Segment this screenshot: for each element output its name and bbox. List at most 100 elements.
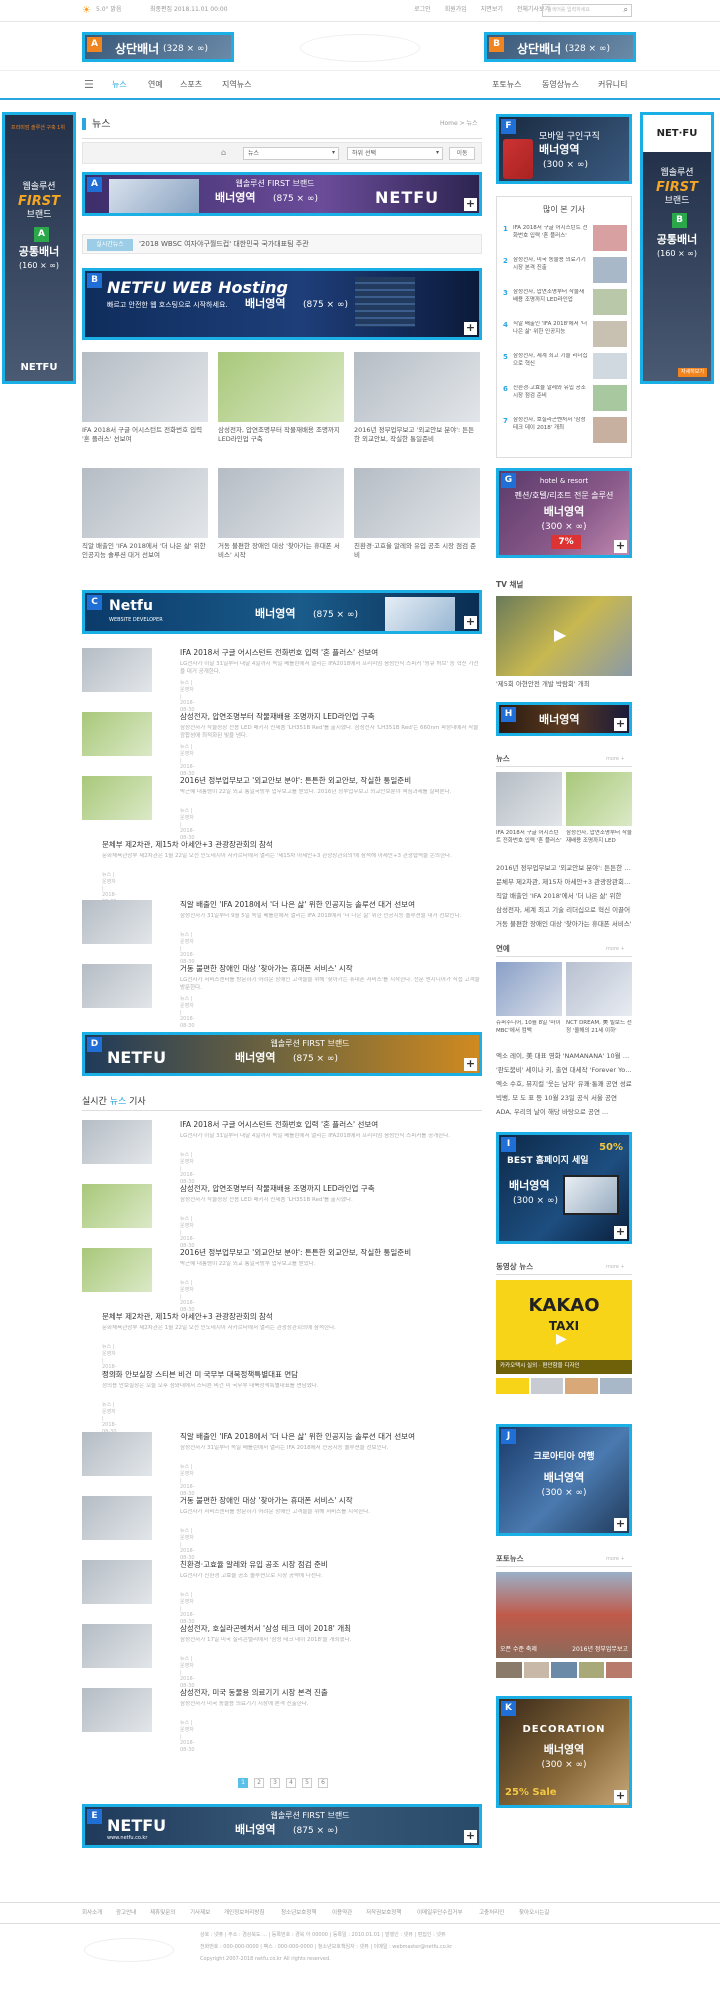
- photo-thumb[interactable]: [82, 352, 208, 422]
- side-banner-i[interactable]: I BEST 홈페이지 세일 50% 배너영역 (300 × ∞) +: [496, 1132, 632, 1244]
- channel-caption[interactable]: '제5회 아현안전 개발 박람회' 개최: [496, 680, 632, 689]
- footer-nav-link[interactable]: 광고안내: [116, 1910, 136, 1917]
- popular-item[interactable]: IFA 2018서 구글 어시스턴트 전화번호 입력 '혼 플러스': [513, 225, 589, 251]
- article-title[interactable]: 문체부 제2차관, 제15차 아세안+3 관광장관회의 참석: [102, 840, 482, 850]
- photo-thumb[interactable]: [496, 1662, 522, 1678]
- photo-thumb[interactable]: [218, 468, 344, 538]
- page-button[interactable]: 3: [270, 1778, 280, 1788]
- page-button[interactable]: 6: [318, 1778, 328, 1788]
- video-thumb[interactable]: [496, 1378, 529, 1394]
- photo-caption[interactable]: 친환경·고효율 알레와 유입 공조 시장 점검 준비: [354, 542, 480, 570]
- article-thumb[interactable]: [82, 1624, 152, 1668]
- photo-caption[interactable]: 거동 불편한 장애인 대상 '찾아가는 휴대폰 서비스' 시작: [218, 542, 344, 570]
- footer-nav-link[interactable]: 회사소개: [82, 1910, 102, 1917]
- article-title[interactable]: 2016년 정부업무보고 '외교안보 분야': 튼튼한 외교안보, 작실한 통일…: [180, 1248, 482, 1258]
- search-input[interactable]: 검색어를 입력하세요 ⌕: [542, 4, 632, 17]
- side-banner-h[interactable]: H 배너영역 +: [496, 702, 632, 736]
- side-news-thumb-1[interactable]: [496, 772, 562, 826]
- left-common-banner[interactable]: 프리미엄 솔루션 구축 1위 웹솔루션 FIRST 브랜드 A 공통배너 (16…: [2, 112, 76, 384]
- article-title[interactable]: 삼성전자, 미국 동물용 의료기기 시장 본격 진출: [180, 1688, 482, 1698]
- go-button[interactable]: 이동: [449, 147, 475, 160]
- footer-nav-link[interactable]: 찾아오시는길: [519, 1910, 549, 1917]
- popular-thumb[interactable]: [593, 321, 627, 347]
- main-banner-a[interactable]: A 웹솔루션 FIRST 브랜드 배너영역 (875 × ∞) NETFU +: [82, 172, 482, 216]
- photo-thumb[interactable]: [606, 1662, 632, 1678]
- channel-video[interactable]: ▶: [496, 596, 632, 676]
- article-thumb[interactable]: [82, 964, 152, 1008]
- photo-caption[interactable]: 삼성전자, 압연조명부터 작물재배용 조명까지 LED라인업 구축: [218, 426, 344, 454]
- article-title[interactable]: IFA 2018서 구글 어시스턴트 전화번호 입력 '혼 플러스' 선보여: [180, 648, 482, 658]
- article-thumb[interactable]: [82, 1248, 152, 1292]
- side-ent-item[interactable]: '판도붐비' 세이나 키, 출연 대세작 'Forever Young': [496, 1066, 632, 1075]
- popular-item[interactable]: 친환경·고효율 알레와 유입 공조 시장 점검 준비: [513, 385, 589, 411]
- popular-item[interactable]: 삼성전자, 미국 동물용 의료기기 시장 본격 진출: [513, 257, 589, 283]
- photo-thumb[interactable]: [218, 352, 344, 422]
- play-icon[interactable]: ▶: [556, 1330, 567, 1349]
- article-thumb[interactable]: [82, 1120, 152, 1164]
- side-news-item[interactable]: 2016년 정부업무보고 '외교안보 분야': 튼튼한 외교: [496, 864, 632, 873]
- article-title[interactable]: 정의화 안보실장 스티븐 비건 미 국무부 대북정책특별대표 면담: [102, 1370, 482, 1380]
- popular-thumb[interactable]: [593, 417, 627, 443]
- page-button[interactable]: 5: [302, 1778, 312, 1788]
- article-title[interactable]: 직알 배출인 'IFA 2018에서 '더 나은 삶' 위한 인공지능 솔루션 …: [180, 1432, 482, 1442]
- video-thumb[interactable]: [530, 1378, 563, 1394]
- main-banner-e[interactable]: E NETFU www.netfu.co.kr 웹솔루션 FIRST 브랜드 배…: [82, 1804, 482, 1848]
- photo-thumb[interactable]: [523, 1662, 550, 1678]
- footer-nav-link[interactable]: 기사제보: [190, 1910, 210, 1917]
- side-news-item[interactable]: 삼성전자, 세계 최고 기술 리더십으로 혁신 이끌어: [496, 906, 632, 915]
- article-title[interactable]: 삼성전자, 압연조명부터 작물재배용 조명까지 LED라인업 구축: [180, 1184, 482, 1194]
- article-title[interactable]: 친환경·고효율 알레와 유입 공조 시장 점검 준비: [180, 1560, 482, 1570]
- video-thumb[interactable]: [565, 1378, 598, 1394]
- article-thumb[interactable]: [82, 1688, 152, 1732]
- article-title[interactable]: 삼성전자, 압연조명부터 작물재배용 조명까지 LED라인업 구축: [180, 712, 482, 722]
- side-photo-more[interactable]: more +: [606, 1556, 625, 1563]
- side-ent-item[interactable]: 엑소 레이, 美 대표 영화 'NAMANANA' 10월 출연: [496, 1052, 632, 1061]
- nav-item-local[interactable]: 지역뉴스: [222, 80, 251, 91]
- video-thumb[interactable]: [599, 1378, 632, 1394]
- photo-thumb[interactable]: [354, 468, 480, 538]
- nav-item-ent[interactable]: 연예: [148, 80, 163, 91]
- popular-item[interactable]: 삼성전자, 압연조명부터 작물재배용 조명까지 LED라인업: [513, 289, 589, 315]
- footer-nav-link[interactable]: 저작권보호정책: [366, 1910, 401, 1917]
- footer-nav-link[interactable]: 개인정보처리방침: [224, 1910, 264, 1917]
- side-ent-thumb-1[interactable]: [496, 962, 562, 1016]
- article-thumb[interactable]: [82, 900, 152, 944]
- article-thumb[interactable]: [82, 1184, 152, 1228]
- side-news-item[interactable]: 문체부 제2차관, 제15차 아세안+3 관광장관회의 참석: [496, 878, 632, 887]
- article-title[interactable]: 삼성전자, 호실라곤벤처서 '삼성 테크 데이 2018' 개최: [180, 1624, 482, 1634]
- main-banner-b[interactable]: B NETFU WEB Hosting 빠르고 안전한 웹 호스팅으로 시작하세…: [82, 268, 482, 340]
- main-banner-d[interactable]: D NETFU 웹솔루션 FIRST 브랜드 배너영역 (875 × ∞) +: [82, 1032, 482, 1076]
- article-title[interactable]: IFA 2018서 구글 어시스턴트 전화번호 입력 '혼 플러스' 선보여: [180, 1120, 482, 1130]
- live-news-text[interactable]: '2018 WBSC 여자야구월드컵' 대한민국 국가대표팀 주관: [139, 240, 469, 249]
- nav-item-video[interactable]: 동영상뉴스: [542, 80, 579, 91]
- nav-item-community[interactable]: 커뮤니티: [598, 80, 627, 91]
- photo-thumb[interactable]: [354, 352, 480, 422]
- side-ent-more[interactable]: more +: [606, 946, 625, 953]
- side-news-item[interactable]: 거동 불편한 장애인 대상 '찾아가는 휴대폰 서비스': [496, 920, 632, 929]
- page-button[interactable]: 1: [238, 1778, 248, 1788]
- side-ent-item[interactable]: ADA, 우리의 날이 해당 바탕으로 공연 ...: [496, 1108, 632, 1117]
- side-banner-k[interactable]: K DECORATION 배너영역 (300 × ∞) 25% Sale +: [496, 1696, 632, 1808]
- photo-caption[interactable]: 2016년 정부업무보고 '외교안보 분야': 튼튼한 외교안보, 작실한 통일…: [354, 426, 480, 454]
- side-news-cap-2[interactable]: 삼성전자, 압연조명부터 작물재배용 조명까지 LED: [566, 830, 632, 858]
- side-banner-j[interactable]: J 크로아티아 여행 배너영역 (300 × ∞) +: [496, 1424, 632, 1536]
- side-news-more[interactable]: more +: [606, 756, 625, 763]
- popular-thumb[interactable]: [593, 385, 627, 411]
- menu-icon[interactable]: ☰: [84, 78, 94, 93]
- side-news-item[interactable]: 직알 배출인 'IFA 2018'에서 '더 나은 삶' 위한: [496, 892, 632, 901]
- article-title[interactable]: 거동 불편한 장애인 대상 '찾아가는 휴대폰 서비스' 시작: [180, 964, 482, 974]
- side-ent-cap-1[interactable]: 슈퍼주니어, 10월 8일 '마이 MBC'에서 컴백: [496, 1020, 562, 1048]
- photo-thumb[interactable]: [578, 1662, 605, 1678]
- photo-caption[interactable]: IFA 2018서 구글 어시스턴트 전화번호 입력 '혼 플러스' 선보여: [82, 426, 208, 454]
- footer-nav-link[interactable]: 고충처리인: [479, 1910, 504, 1917]
- play-icon[interactable]: ▶: [554, 624, 566, 646]
- side-news-thumb-2[interactable]: [566, 772, 632, 826]
- article-thumb[interactable]: [82, 712, 152, 756]
- join-link[interactable]: 회원가입: [445, 6, 467, 14]
- footer-nav-link[interactable]: 이용약관: [332, 1910, 352, 1917]
- article-title[interactable]: 직알 배출인 'IFA 2018에서 '더 나은 삶' 위한 인공지능 솔루션 …: [180, 900, 482, 910]
- search-icon[interactable]: ⌕: [624, 5, 628, 16]
- side-photo-main[interactable]: 오픈 수준 축제 2016년 정부업무보고: [496, 1572, 632, 1658]
- nav-item-news[interactable]: 뉴스: [112, 80, 127, 91]
- nav-item-sports[interactable]: 스포츠: [180, 80, 202, 91]
